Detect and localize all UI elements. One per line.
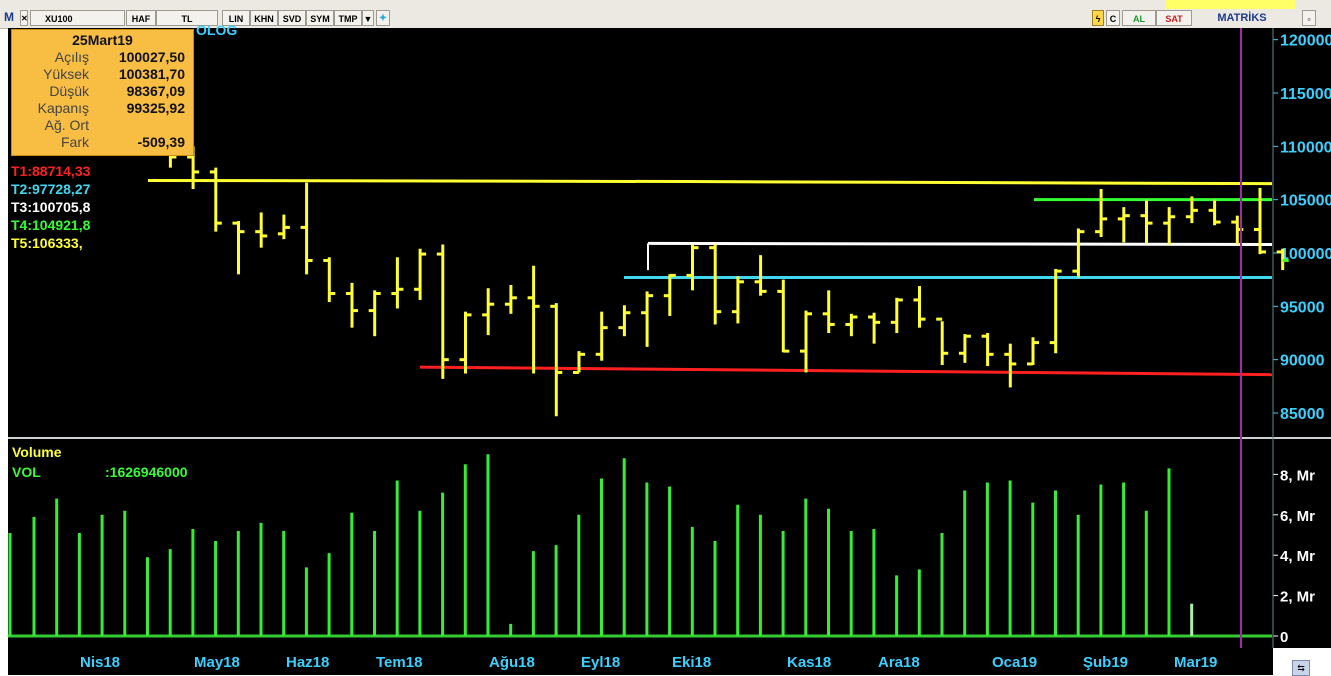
x-tick-label: May18 — [194, 654, 240, 671]
volume-tick-label: 8, Mr — [1280, 467, 1315, 484]
volume-series — [8, 454, 1272, 638]
price-volume-chart[interactable]: 8500090000950001000001050001100001150001… — [0, 0, 1331, 675]
target-label-t5: T5:106333, — [11, 235, 83, 251]
x-tick-label: Eki18 — [672, 654, 712, 671]
x-tick-label: Ağu18 — [489, 654, 535, 671]
price-tick-label: 85000 — [1280, 406, 1325, 423]
info-value: 100027,50 — [118, 49, 185, 65]
target-label-t4: T4:104921,8 — [11, 217, 91, 233]
trend-line — [647, 241, 1273, 246]
volume-tick-label: 2, Mr — [1280, 589, 1315, 606]
volume-tick-label: 4, Mr — [1280, 548, 1315, 565]
x-tick-label: Haz18 — [286, 654, 330, 671]
volume-title: Volume — [12, 444, 62, 460]
volume-indicator-value: :1626946000 — [105, 464, 188, 480]
target-label-t3: T3:100705,8 — [11, 199, 91, 215]
info-value: 100381,70 — [118, 66, 185, 82]
ohlc-info-box: 25Mart19 Açılış 100027,50 Yüksek 100381,… — [11, 29, 194, 156]
volume-indicator-name: VOL — [12, 464, 41, 480]
info-row-diff: Fark -509,39 — [12, 134, 193, 151]
info-value: 99325,92 — [126, 100, 185, 116]
volume-tick-label: 0 — [1280, 629, 1288, 646]
trend-lines — [147, 178, 1273, 377]
info-row-high: Yüksek 100381,70 — [12, 66, 193, 83]
x-tick-label: Kas18 — [787, 654, 832, 671]
info-label: Ağ. Ort — [44, 117, 89, 133]
volume-tick-label: 6, Mr — [1280, 508, 1315, 525]
price-tick-label: 115000 — [1280, 86, 1331, 103]
info-row-open: Açılış 100027,50 — [12, 49, 193, 66]
price-tick-label: 90000 — [1280, 353, 1325, 370]
price-tick-label: 110000 — [1280, 139, 1331, 156]
trend-line — [419, 365, 1273, 377]
info-row-wavg: Ağ. Ort — [12, 117, 193, 134]
chart-title-fragment: OLOG — [196, 22, 238, 38]
price-tick-label: 95000 — [1280, 299, 1325, 316]
x-tick-label: Tem18 — [376, 654, 423, 671]
price-axis: 8500090000950001000001050001100001150001… — [1273, 33, 1331, 423]
info-label: Kapanış — [37, 100, 89, 116]
sync-icon[interactable]: ⇆ — [1292, 660, 1310, 676]
volume-axis: 0 2, Mr 4, Mr 6, Mr 8, Mr — [1273, 467, 1315, 646]
info-value: -509,39 — [137, 134, 185, 150]
info-label: Fark — [61, 134, 89, 150]
x-tick-label: Ara18 — [878, 654, 920, 671]
target-label-t2: T2:97728,27 — [11, 181, 91, 197]
target-label-t1: T1:88714,33 — [11, 163, 91, 179]
x-tick-label: Nis18 — [80, 654, 121, 671]
info-row-close: Kapanış 99325,92 — [12, 100, 193, 117]
info-label: Yüksek — [43, 66, 89, 82]
x-tick-label: Eyl18 — [581, 654, 621, 671]
info-date: 25Mart19 — [72, 32, 133, 48]
info-value: 98367,09 — [126, 83, 185, 99]
info-row-low: Düşük 98367,09 — [12, 83, 193, 100]
x-tick-label: Mar19 — [1174, 654, 1218, 671]
price-tick-label: 120000 — [1280, 33, 1331, 50]
x-tick-label: Şub19 — [1083, 654, 1129, 671]
x-tick-label: Oca19 — [992, 654, 1038, 671]
price-tick-label: 105000 — [1280, 193, 1331, 210]
info-label: Düşük — [49, 83, 89, 99]
trend-line — [147, 178, 1273, 186]
info-label: Açılış — [54, 49, 89, 65]
